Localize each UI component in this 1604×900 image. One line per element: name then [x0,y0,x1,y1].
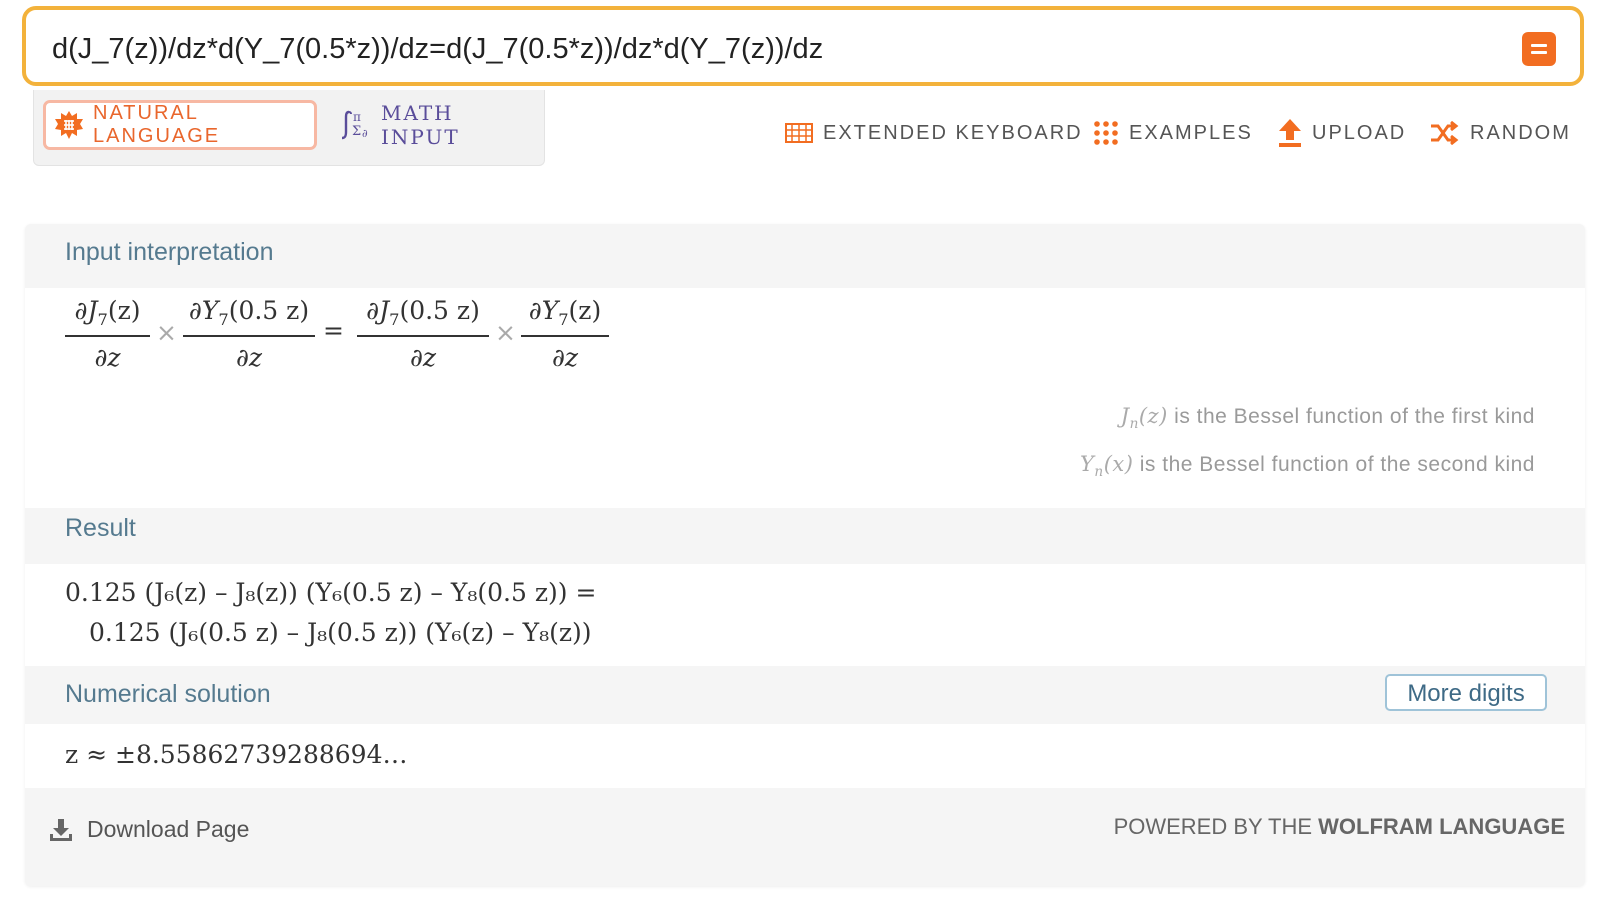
pod-numerical-solution: z ≈ ±8.55862739288694… [25,724,1585,788]
extended-keyboard-button[interactable]: EXTENDED KEYBOARD [785,116,1083,150]
input-mode-tabs: NATURAL LANGUAGE π Σ ∂ MATH INPUT [33,90,545,166]
order: 7 [97,310,108,329]
note-function: J [1120,404,1130,428]
upload-label: UPLOAD [1312,121,1407,144]
upload-button[interactable]: UPLOAD [1278,116,1406,150]
bessel-first-kind-note: Jn(z) is the Bessel function of the firs… [1121,404,1535,432]
keyboard-grid-icon [785,123,813,143]
partial-symbol: ∂ [74,296,88,325]
order: 7 [389,310,400,329]
svg-text:π: π [353,110,363,124]
argument: (z) [107,296,141,325]
random-button[interactable]: RANDOM [1430,116,1571,150]
powered-by-wolfram[interactable]: POWERED BY THE WOLFRAM LANGUAGE [1114,814,1565,840]
download-page-label: Download Page [87,816,250,842]
powered-brand: WOLFRAM LANGUAGE [1318,814,1565,839]
sun-gear-icon [54,110,84,140]
note-argument: (x) [1103,452,1134,476]
note-function: Y [1080,452,1095,476]
variable: z [564,343,579,372]
tab-natural-language-label: NATURAL LANGUAGE [93,102,221,147]
variable: z [107,343,121,372]
tab-math-input-label: MATH INPUT [381,101,460,149]
fraction-dJ7z: ∂J7(z) ∂z [65,296,150,372]
fraction-dJ7-half-z: ∂J7(0.5 z) ∂z [357,296,489,372]
argument: (0.5 z) [399,296,480,325]
bessel-j: J [87,296,98,325]
argument: (z) [568,296,602,325]
note-argument: (z) [1138,404,1168,428]
dots-grid-icon [1093,120,1119,146]
fraction-dY7-half-z: ∂Y7(0.5 z) ∂z [183,296,315,372]
download-page-link[interactable]: Download Page [49,816,249,843]
integral-sigma-icon: π Σ ∂ [340,109,372,141]
pod-title-numerical-solution: Numerical solution [65,680,271,708]
pod-title-input-interpretation: Input interpretation [65,238,274,266]
result-line-2: 0.125 (J₆(0.5 z) – J₈(0.5 z)) (Y₆(z) – Y… [89,618,592,647]
pod-result: 0.125 (J₆(z) – J₈(z)) (Y₆(0.5 z) – Y₈(0.… [25,564,1585,666]
order: 7 [558,310,569,329]
order: 7 [218,310,229,329]
note-text: is the Bessel function of the first kind [1167,405,1535,428]
examples-label: EXAMPLES [1129,121,1253,144]
partial-symbol: ∂ [235,343,249,372]
extended-keyboard-label: EXTENDED KEYBOARD [823,121,1083,144]
svg-text:∂: ∂ [362,127,370,140]
pod-title-result: Result [65,514,136,542]
partial-symbol: ∂ [94,343,108,372]
note-subscript: n [1094,464,1104,481]
variable: z [422,343,437,372]
numerical-solution-value: z ≈ ±8.55862739288694… [65,740,408,769]
partial-symbol: ∂ [551,343,565,372]
bessel-second-kind-note: Yn(x) is the Bessel function of the seco… [1080,452,1535,480]
query-input[interactable] [50,16,1474,82]
upload-arrow-icon [1278,118,1302,148]
variable: z [248,343,263,372]
equals-operator: = [323,316,344,345]
note-subscript: n [1129,416,1139,433]
examples-button[interactable]: EXAMPLES [1093,116,1253,150]
download-icon [49,818,73,842]
times-operator: × [495,318,516,347]
tab-natural-language[interactable]: NATURAL LANGUAGE [43,100,317,150]
partial-symbol: ∂ [409,343,423,372]
results-panel: Input interpretation ∂J7(z) ∂z × ∂Y7(0.5… [25,224,1585,886]
argument: (0.5 z) [228,296,310,325]
random-label: RANDOM [1470,121,1571,144]
compute-equals-button[interactable] [1522,32,1556,66]
partial-symbol: ∂ [528,296,542,325]
powered-prefix: POWERED BY THE [1113,814,1319,839]
bessel-j: J [379,296,390,325]
bessel-y: Y [201,296,219,325]
bessel-y: Y [541,296,559,325]
partial-symbol: ∂ [188,296,202,325]
fraction-dY7z: ∂Y7(z) ∂z [521,296,609,372]
pod-input-interpretation: ∂J7(z) ∂z × ∂Y7(0.5 z) ∂z = ∂J7(0.5 z) ∂… [25,288,1585,508]
times-operator: × [156,318,177,347]
result-line-1: 0.125 (J₆(z) – J₈(z)) (Y₆(0.5 z) – Y₈(0.… [65,578,597,607]
tab-math-input[interactable]: π Σ ∂ MATH INPUT [340,100,530,150]
partial-symbol: ∂ [366,296,380,325]
note-text: is the Bessel function of the second kin… [1133,453,1535,476]
query-bar [22,6,1584,86]
more-digits-button[interactable]: More digits [1385,674,1547,711]
shuffle-icon [1430,121,1460,145]
